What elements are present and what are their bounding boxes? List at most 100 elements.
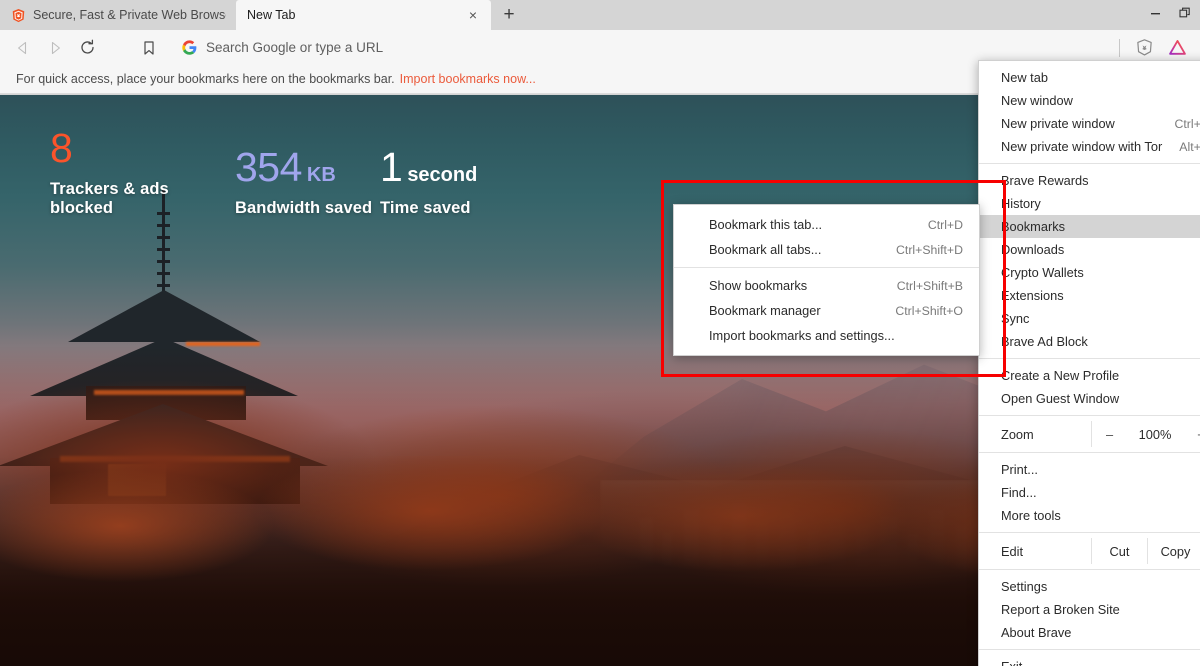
tab-strip: Secure, Fast & Private Web Browser wi Ne… — [0, 0, 1200, 30]
menu-item-label: Extensions — [1001, 288, 1064, 303]
menu-row-zoom: Zoom – 100% + — [979, 421, 1200, 447]
stat-number: 8 — [50, 125, 73, 171]
copy-button[interactable]: Copy — [1147, 538, 1200, 564]
submenu-separator — [674, 267, 979, 268]
browser-window: Secure, Fast & Private Web Browser wi Ne… — [0, 0, 1200, 666]
menu-item-label: New window — [1001, 93, 1073, 108]
google-g-icon — [182, 40, 197, 55]
menu-separator — [979, 415, 1200, 416]
back-button[interactable] — [8, 34, 38, 62]
tab-close-button[interactable]: × — [465, 7, 481, 23]
submenu-item-label: Show bookmarks — [709, 278, 808, 293]
menu-item-label: Crypto Wallets — [1001, 265, 1084, 280]
zoom-label: Zoom — [1001, 426, 1034, 442]
menu-item-new-tab[interactable]: New tab — [979, 66, 1200, 89]
stat-value: 354 KB — [235, 147, 380, 188]
menu-item-brave-rewards[interactable]: Brave Rewards — [979, 169, 1200, 192]
menu-item-brave-ad-block[interactable]: Brave Ad Block — [979, 330, 1200, 353]
zoom-out-button[interactable]: – — [1091, 421, 1127, 447]
menu-separator — [979, 358, 1200, 359]
menu-item-label: Report a Broken Site — [1001, 602, 1120, 617]
tab-title: Secure, Fast & Private Web Browser wi — [33, 8, 226, 22]
toolbar-divider — [1119, 38, 1120, 57]
menu-item-about-brave[interactable]: About Brave — [979, 621, 1200, 644]
menu-item-accelerator: Alt+S — [1179, 139, 1200, 154]
restore-icon — [1179, 7, 1190, 18]
menu-item-downloads[interactable]: Downloads — [979, 238, 1200, 261]
menu-row-edit: Edit Cut Copy — [979, 538, 1200, 564]
submenu-item-label: Bookmark all tabs... — [709, 242, 822, 257]
import-bookmarks-link[interactable]: Import bookmarks now... — [400, 72, 536, 86]
zoom-in-button[interactable]: + — [1183, 421, 1200, 447]
brave-rewards-button[interactable] — [1162, 34, 1192, 62]
tab-0[interactable]: Secure, Fast & Private Web Browser wi — [0, 0, 236, 30]
tab-title: New Tab — [247, 8, 296, 22]
menu-item-label: More tools — [1001, 508, 1061, 523]
menu-item-label: Brave Ad Block — [1001, 334, 1088, 349]
submenu-item-bookmark-this-tab[interactable]: Bookmark this tab... Ctrl+D — [674, 212, 979, 237]
stat-unit: second — [407, 164, 478, 186]
menu-item-label: Brave Rewards — [1001, 173, 1089, 188]
brave-shield-icon — [1136, 39, 1152, 56]
menu-item-report-broken-site[interactable]: Report a Broken Site — [979, 598, 1200, 621]
menu-item-create-new-profile[interactable]: Create a New Profile — [979, 364, 1200, 387]
submenu-item-label: Import bookmarks and settings... — [709, 328, 895, 343]
menu-item-history[interactable]: History — [979, 192, 1200, 215]
zoom-level-value: 100% — [1138, 426, 1172, 442]
new-tab-button[interactable]: + — [495, 1, 523, 29]
tab-1[interactable]: New Tab × — [236, 0, 491, 30]
menu-item-crypto-wallets[interactable]: Crypto Wallets — [979, 261, 1200, 284]
menu-item-print[interactable]: Print... — [979, 458, 1200, 481]
menu-item-extensions[interactable]: Extensions — [979, 284, 1200, 307]
menu-item-new-private-window-tor[interactable]: New private window with Tor Alt+S — [979, 135, 1200, 158]
menu-item-label: Settings — [1001, 579, 1048, 594]
menu-item-settings[interactable]: Settings — [979, 575, 1200, 598]
minimize-button[interactable] — [1140, 0, 1170, 26]
menu-item-new-private-window[interactable]: New private window Ctrl+S — [979, 112, 1200, 135]
menu-item-exit[interactable]: Exit — [979, 655, 1200, 666]
submenu-item-import-bookmarks-settings[interactable]: Import bookmarks and settings... — [674, 323, 979, 348]
stat-value: 1 second — [380, 147, 520, 188]
menu-item-label: Print... — [1001, 462, 1038, 477]
edit-label: Edit — [1001, 543, 1024, 559]
stat-number: 1 — [380, 144, 403, 190]
restore-button[interactable] — [1170, 0, 1200, 26]
menu-item-label: History — [1001, 196, 1041, 211]
menu-item-new-window[interactable]: New window — [979, 89, 1200, 112]
bookmark-ribbon-icon — [144, 40, 154, 55]
stat-label: Bandwidth saved — [235, 199, 373, 217]
menu-item-more-tools[interactable]: More tools — [979, 504, 1200, 527]
menu-separator — [979, 532, 1200, 533]
back-arrow-icon — [18, 41, 27, 54]
menu-item-label: Downloads — [1001, 242, 1065, 257]
cut-button[interactable]: Cut — [1091, 538, 1147, 564]
menu-item-find[interactable]: Find... — [979, 481, 1200, 504]
menu-item-label: Exit — [1001, 659, 1200, 666]
address-bar[interactable]: Search Google or type a URL — [174, 34, 1109, 61]
menu-item-open-guest-window[interactable]: Open Guest Window — [979, 387, 1200, 410]
stat-value: 8 — [50, 128, 235, 169]
submenu-item-bookmark-all-tabs[interactable]: Bookmark all tabs... Ctrl+Shift+D — [674, 237, 979, 262]
pagoda-roof-1 — [68, 290, 260, 342]
forward-button[interactable] — [40, 34, 70, 62]
menu-item-bookmarks[interactable]: Bookmarks — [979, 215, 1200, 238]
submenu-item-accelerator: Ctrl+Shift+O — [895, 303, 963, 318]
brave-shields-button[interactable] — [1129, 34, 1159, 62]
forward-arrow-icon — [51, 41, 60, 54]
menu-item-label: Bookmarks — [1001, 219, 1066, 234]
stat-unit: KB — [306, 164, 336, 186]
submenu-item-bookmark-manager[interactable]: Bookmark manager Ctrl+Shift+O — [674, 298, 979, 323]
submenu-item-accelerator: Ctrl+D — [927, 217, 963, 232]
bookmark-star-button[interactable] — [134, 34, 164, 62]
menu-item-label: Create a New Profile — [1001, 368, 1120, 383]
menu-item-label: Find... — [1001, 485, 1037, 500]
menu-item-sync[interactable]: Sync — [979, 307, 1200, 330]
menu-item-accelerator: Ctrl+S — [1174, 116, 1200, 131]
window-controls — [1140, 0, 1200, 30]
reload-button[interactable] — [72, 34, 102, 62]
submenu-item-show-bookmarks[interactable]: Show bookmarks Ctrl+Shift+B — [674, 273, 979, 298]
stat-label: Trackers & ads blocked — [50, 180, 169, 217]
reload-icon — [80, 39, 94, 54]
stat-bandwidth-saved: 354 KB Bandwidth saved — [235, 147, 380, 218]
stat-label: Time saved — [380, 199, 471, 217]
